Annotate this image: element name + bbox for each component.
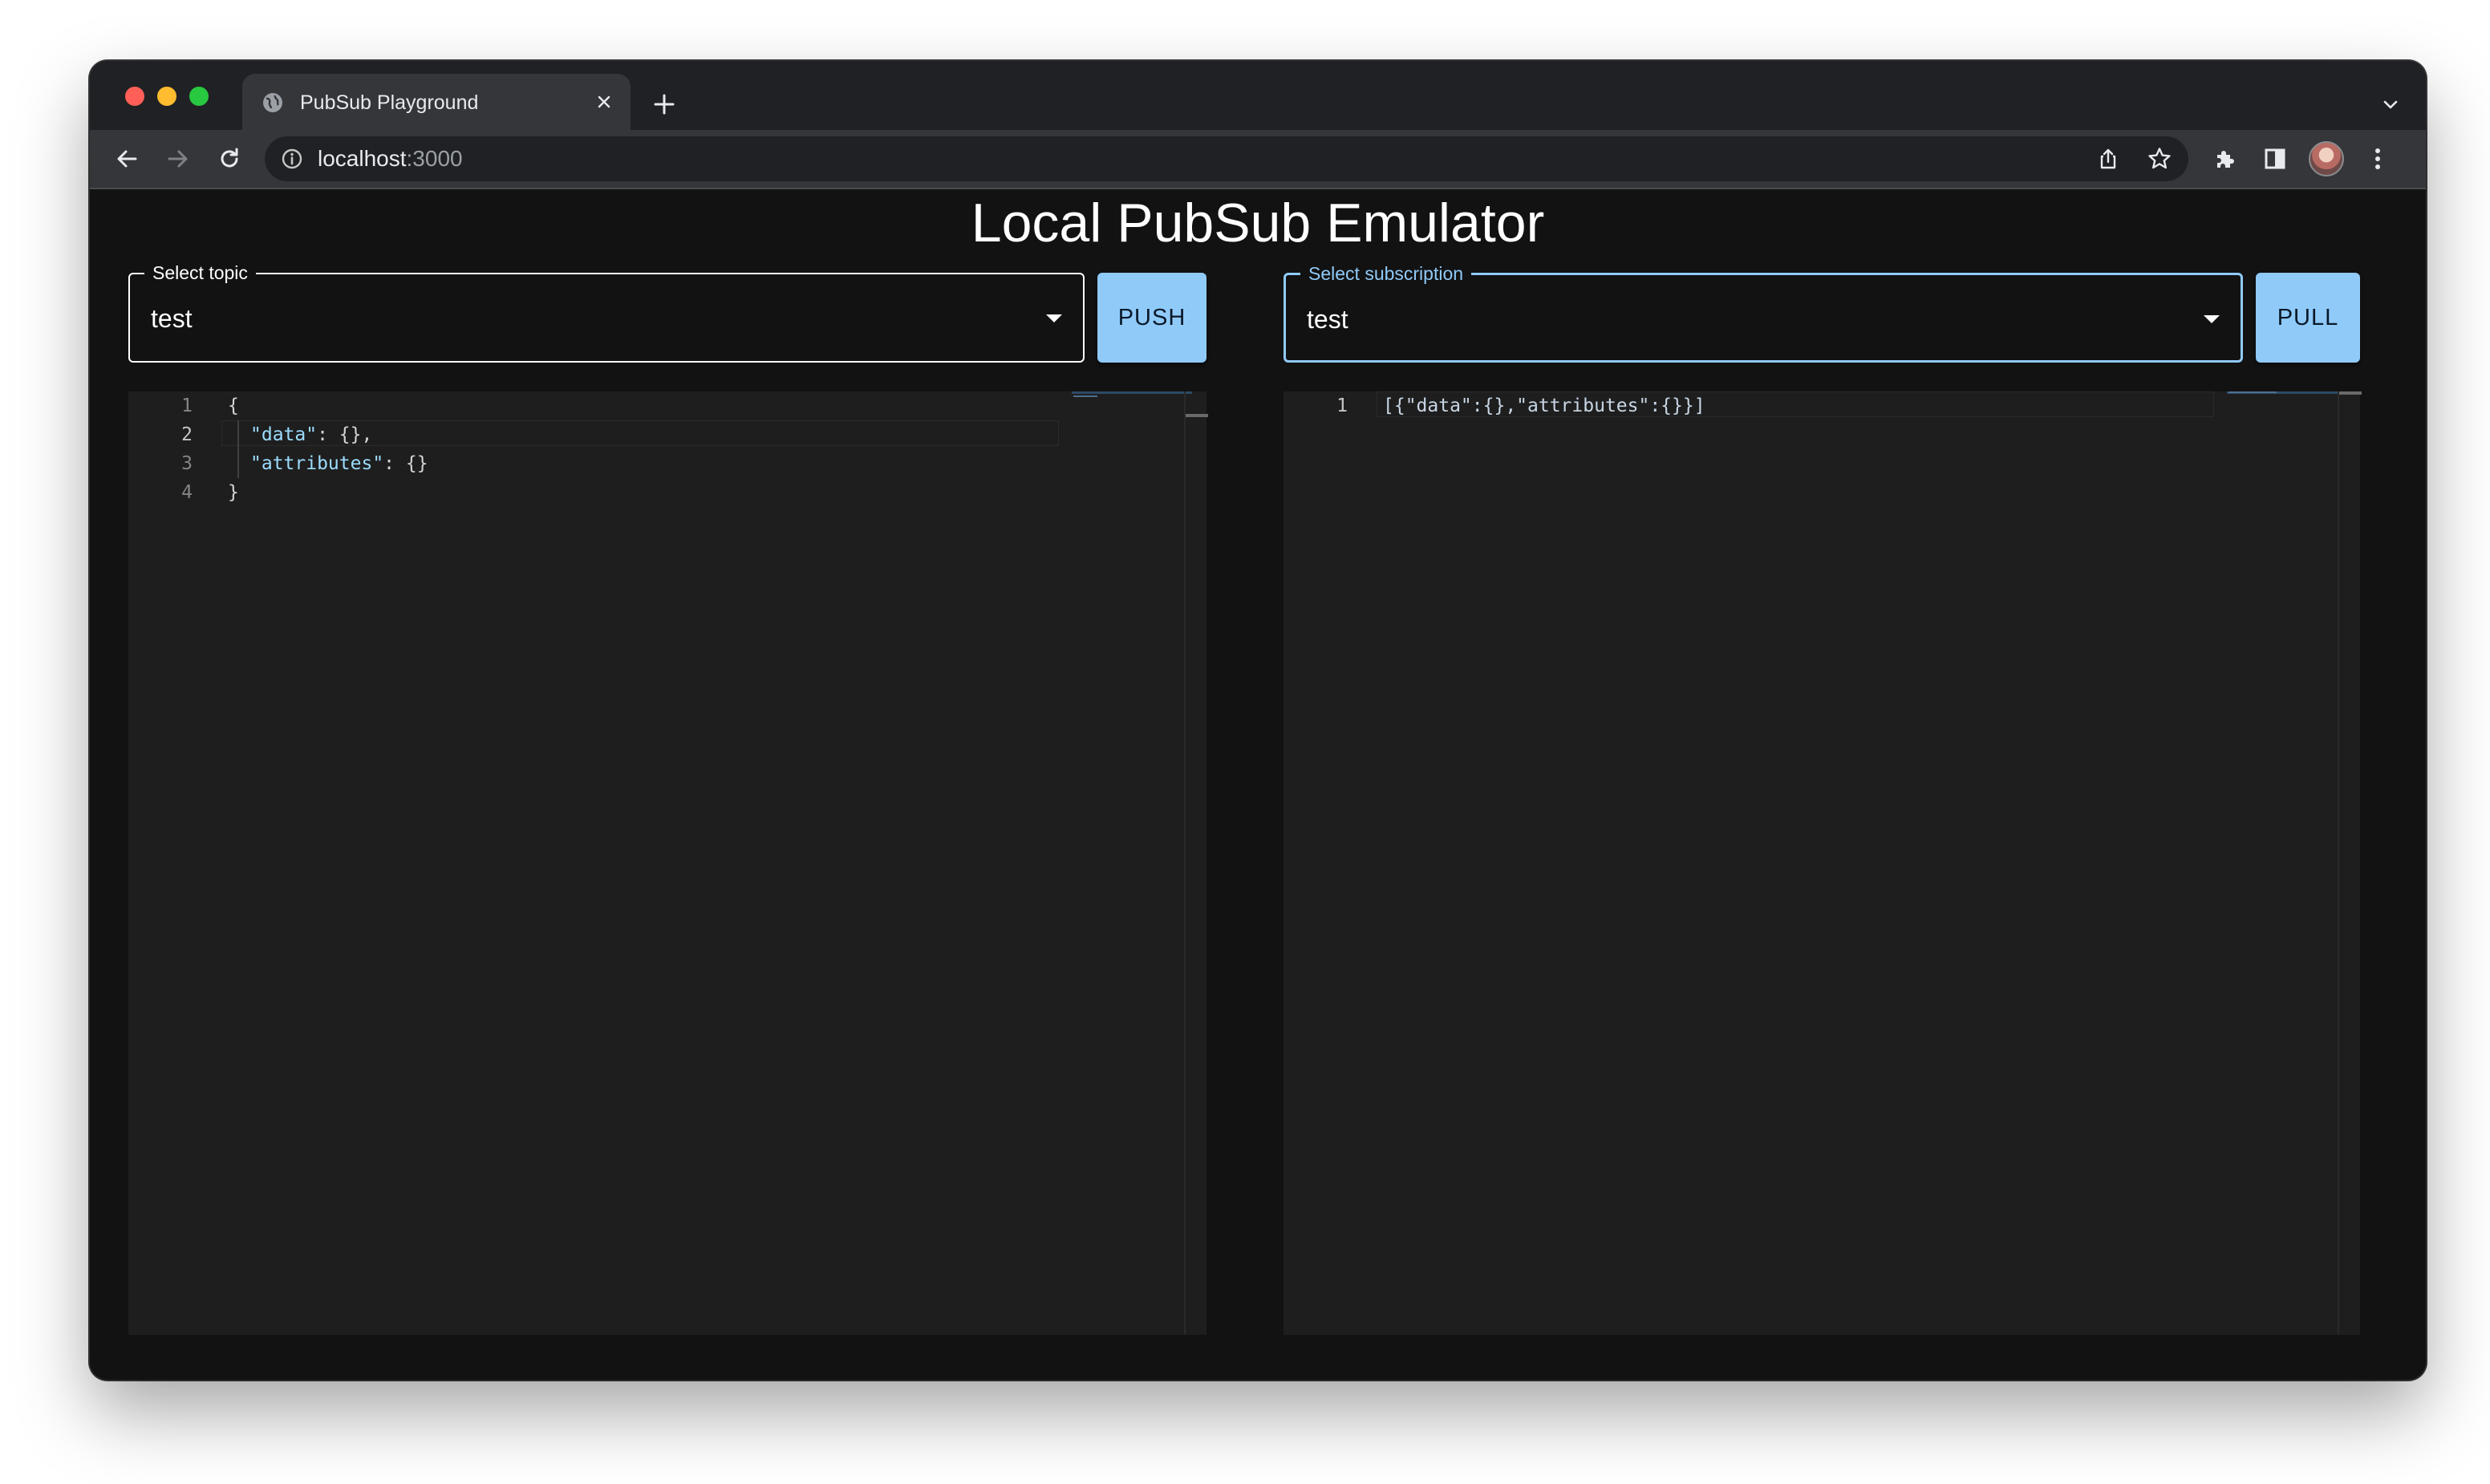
line-number: 1 xyxy=(181,395,193,416)
topic-select-value: test xyxy=(151,304,193,333)
page-title: Local PubSub Emulator xyxy=(971,193,1545,253)
globe-icon xyxy=(262,91,284,114)
scroll-marker xyxy=(1186,414,1208,417)
side-panel-icon[interactable] xyxy=(2257,141,2293,176)
url-host: localhost xyxy=(318,146,407,171)
chevron-down-icon[interactable] xyxy=(2374,88,2407,120)
subscription-select-label: Select subscription xyxy=(1300,262,1472,285)
subscription-select-value: test xyxy=(1307,305,1348,334)
url-port: :3000 xyxy=(406,146,463,171)
indent-guide xyxy=(237,420,239,478)
star-icon[interactable] xyxy=(2143,143,2176,175)
push-button[interactable]: PUSH xyxy=(1097,273,1206,363)
plus-icon[interactable] xyxy=(648,88,680,120)
browser-window: PubSub Playground localhost:3000 Local P… xyxy=(90,61,2426,1380)
caret-down-icon xyxy=(1046,314,1062,322)
line-number: 4 xyxy=(181,482,193,503)
scroll-marker xyxy=(2339,391,2362,395)
editor-line: 1 [{"data":{},"attributes":{}}] xyxy=(1284,391,2217,420)
topic-select[interactable]: Select topic test xyxy=(128,262,1085,363)
puzzle-icon[interactable] xyxy=(2208,141,2243,176)
close-window-button[interactable] xyxy=(125,87,144,106)
minimap[interactable] xyxy=(1072,391,1192,399)
line-number: 1 xyxy=(1336,395,1348,416)
pull-message-editor[interactable]: 1 [{"data":{},"attributes":{}}] xyxy=(1284,391,2362,1335)
profile-avatar xyxy=(2309,141,2344,176)
minimap[interactable] xyxy=(2227,391,2347,399)
code-text: [{"data":{},"attributes":{}}] xyxy=(1383,395,1705,416)
info-icon[interactable] xyxy=(281,148,303,170)
maximize-window-button[interactable] xyxy=(189,87,209,106)
code-text: { xyxy=(228,395,239,416)
code-text: "attributes": {} xyxy=(250,449,428,478)
json-value: : {}, xyxy=(317,424,373,445)
editor-line: 1 { xyxy=(128,391,1062,420)
vertical-scrollbar[interactable] xyxy=(2338,391,2362,1335)
address-bar[interactable]: localhost:3000 xyxy=(265,136,2188,181)
forward-arrow-icon[interactable] xyxy=(159,140,197,178)
json-value: : {} xyxy=(383,453,428,474)
share-icon[interactable] xyxy=(2092,143,2124,175)
editor-line: 4 } xyxy=(128,478,1062,507)
code-text: } xyxy=(228,482,239,503)
page-content: Local PubSub Emulator Select topic test … xyxy=(90,189,2426,1380)
tab-strip: PubSub Playground xyxy=(90,61,2426,130)
back-arrow-icon[interactable] xyxy=(107,140,146,178)
minimize-window-button[interactable] xyxy=(157,87,176,106)
editor-line: 2 "data": {}, xyxy=(128,420,1062,449)
editor-line: 3 "attributes": {} xyxy=(128,449,1062,478)
close-icon[interactable] xyxy=(590,88,618,116)
json-key: "attributes" xyxy=(250,453,384,474)
push-message-editor[interactable]: 1 { 2 "data": {}, 3 "attributes": {} 4 } xyxy=(128,391,1208,1335)
url-text: localhost:3000 xyxy=(318,146,463,172)
caret-down-icon xyxy=(2204,315,2220,323)
topic-select-label: Select topic xyxy=(144,262,256,284)
reload-icon[interactable] xyxy=(210,140,249,178)
line-number: 3 xyxy=(181,453,193,474)
pull-button[interactable]: PULL xyxy=(2256,273,2360,363)
browser-toolbar: localhost:3000 xyxy=(90,130,2426,189)
code-text: "data": {}, xyxy=(250,420,372,449)
tab-title: PubSub Playground xyxy=(300,91,479,114)
line-number: 2 xyxy=(181,424,193,445)
subscription-select[interactable]: Select subscription test xyxy=(1284,262,2243,363)
tab-pubsub-playground[interactable]: PubSub Playground xyxy=(242,74,631,130)
json-key: "data" xyxy=(250,424,318,445)
kebab-menu-icon[interactable] xyxy=(2360,141,2395,176)
vertical-scrollbar[interactable] xyxy=(1184,391,1208,1335)
avatar[interactable] xyxy=(2309,141,2344,176)
